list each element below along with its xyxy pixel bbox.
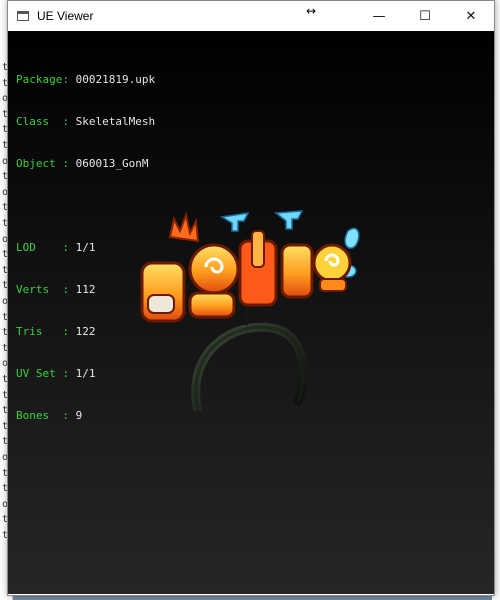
- info-class: Class : SkeletalMesh: [16, 115, 156, 128]
- info-object: Object : 060013_GonM: [16, 157, 149, 170]
- resize-cursor-icon: ↔: [306, 4, 317, 18]
- title-bar[interactable]: UE Viewer ↔ — ☐ ✕: [8, 1, 494, 31]
- info-bones: Bones : 9: [16, 409, 83, 422]
- skeletal-mesh-headband-model: [140, 210, 360, 411]
- 3d-viewport[interactable]: Package: 00021819.upk Class : SkeletalMe…: [8, 31, 494, 594]
- ue-viewer-window: UE Viewer ↔ — ☐ ✕ Package: 00021819.upk …: [7, 0, 495, 596]
- minimize-button[interactable]: —: [356, 1, 402, 31]
- close-button[interactable]: ✕: [448, 1, 494, 31]
- window-app-icon: [17, 11, 29, 21]
- maximize-button[interactable]: ☐: [402, 1, 448, 31]
- info-package: Package: 00021819.upk: [16, 73, 156, 86]
- window-title: UE Viewer: [37, 9, 94, 23]
